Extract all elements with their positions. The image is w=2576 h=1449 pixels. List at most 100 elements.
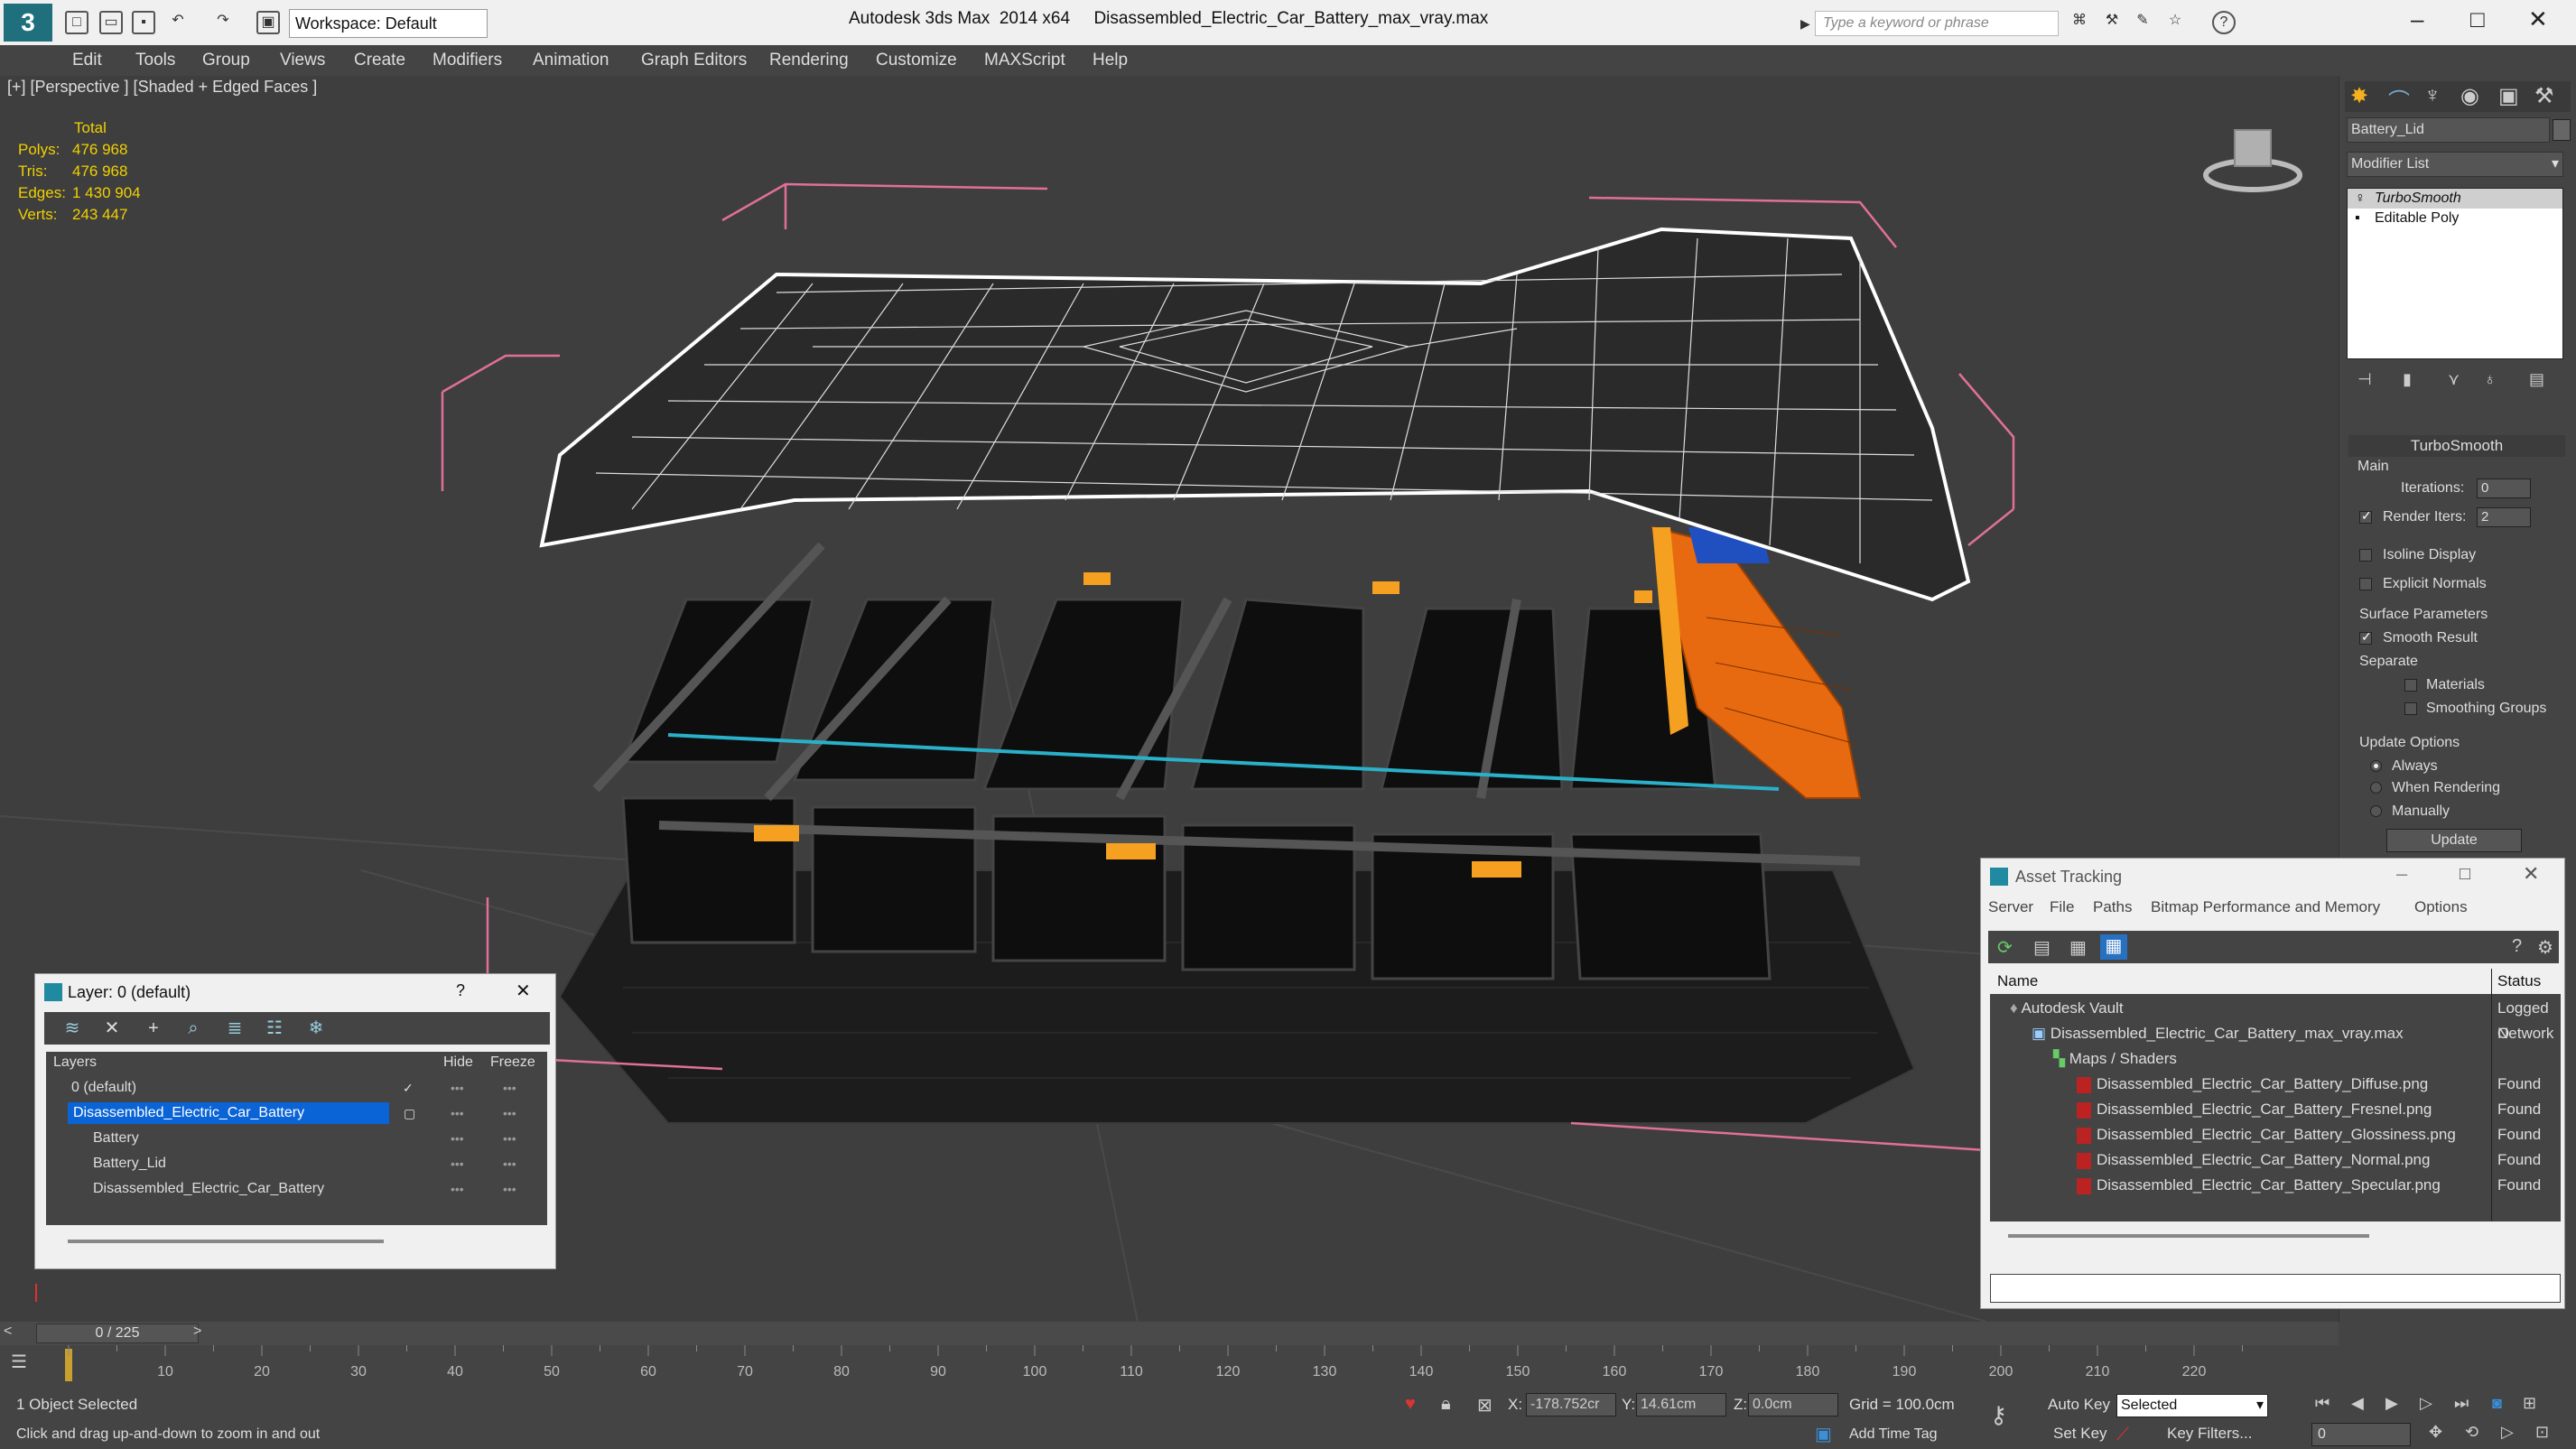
stack-item-turbosmooth[interactable]: ♀ TurboSmooth [2348,189,2562,209]
menu-tools[interactable]: Tools [135,51,175,70]
asset-row-fresnel[interactable]: Disassembled_Electric_Car_Battery_Fresne… [1990,1097,2561,1122]
bulb-icon[interactable]: ♀ [2355,189,2366,209]
binoculars-icon[interactable]: ⌘ [2068,11,2091,34]
layer-object-battery[interactable]: Battery ••• ••• [46,1126,547,1151]
asset-scrollbar-thumb[interactable] [2008,1234,2369,1238]
key-filters-button[interactable]: Key Filters... [2167,1425,2252,1443]
object-name-field[interactable]: Battery_Lid [2347,117,2550,143]
active-layer-check[interactable]: ✓ [403,1075,414,1101]
layer-scrollbar-track[interactable] [46,1225,547,1259]
y-coordinate-field[interactable]: 14.61cm [1636,1393,1726,1416]
app-menu-button[interactable]: 3 [4,4,52,42]
layer-row-default[interactable]: 0 (default) ✓ ••• ••• [46,1075,547,1101]
update-always-radio[interactable] [2370,760,2382,772]
hierarchy-tab-icon[interactable]: ♆ [2424,83,2441,108]
menu-create[interactable]: Create [354,51,405,70]
maximize-icon[interactable]: □ [2470,5,2485,33]
pin-stack-icon[interactable]: ⊣ [2357,370,2372,389]
menu-views[interactable]: Views [280,51,325,70]
isolate-icon[interactable]: ♥ [1405,1394,1416,1415]
update-button[interactable]: Update [2386,829,2522,852]
thumbnail-view-icon[interactable]: ▦ [2069,936,2087,959]
hide-toggle[interactable]: ••• [451,1101,464,1126]
orbit-icon[interactable]: ⟲ [2465,1423,2478,1442]
render-iters-checkbox[interactable] [2359,508,2372,524]
menu-customize[interactable]: Customize [876,51,957,70]
auto-key-button[interactable]: Auto Key [2048,1396,2110,1414]
redo-icon[interactable]: ↷ [211,11,235,34]
subscription-icon[interactable]: ⚒ [2100,11,2124,34]
menu-server[interactable]: Server [1988,898,2033,916]
help-button[interactable]: ? [456,981,465,1000]
smooth-result-checkbox[interactable] [2359,629,2372,645]
modify-tab-icon[interactable]: ⌒ [2388,83,2410,115]
frame-counter[interactable]: 0 / 225 [36,1324,199,1343]
materials-checkbox[interactable] [2404,679,2417,692]
freeze-toggle[interactable]: ••• [503,1151,516,1176]
menu-animation[interactable]: Animation [533,51,609,70]
close-icon[interactable]: ✕ [2528,5,2548,33]
hide-toggle[interactable]: ••• [451,1176,464,1202]
layer-scrollbar-thumb[interactable] [68,1240,384,1243]
isoline-display-checkbox[interactable] [2359,549,2372,562]
asset-row-diffuse[interactable]: Disassembled_Electric_Car_Battery_Diffus… [1990,1072,2561,1097]
asset-row-normal[interactable]: Disassembled_Electric_Car_Battery_Normal… [1990,1147,2561,1173]
hide-toggle[interactable]: ••• [451,1075,464,1101]
minimize-icon[interactable]: – [2411,5,2423,33]
new-file-icon[interactable]: □ [65,11,88,34]
zoom-all-icon[interactable]: ⊞ [2523,1394,2536,1413]
asset-row-vault[interactable]: ♦ Autodesk Vault Logged O [1990,996,2561,1042]
motion-tab-icon[interactable]: ◉ [2460,83,2479,109]
iterations-spinner[interactable]: 0 [2477,478,2531,498]
smoothing-groups-checkbox[interactable] [2404,702,2417,715]
freeze-toggle[interactable]: ••• [503,1101,516,1126]
show-end-result-icon[interactable]: ▮ [2403,370,2412,389]
field-of-view-icon[interactable]: ▷ [2501,1423,2514,1442]
refresh-icon[interactable]: ⟳ [1997,936,2013,959]
key-mode-icon[interactable]: ⚷ [1990,1401,2007,1429]
configure-sets-icon[interactable]: ▤ [2529,370,2544,389]
expand-icon[interactable]: ▪ [2355,209,2360,228]
delete-layer-icon[interactable]: ✕ [100,1017,124,1039]
settings-icon[interactable]: ⚙ [2537,936,2553,959]
asset-row-glossiness[interactable]: Disassembled_Electric_Car_Battery_Glossi… [1990,1122,2561,1147]
go-to-start-icon[interactable]: ⏮ [2315,1394,2330,1413]
next-frame-icon[interactable]: ▷ [2420,1394,2432,1413]
current-frame-field[interactable]: 0 [2311,1423,2411,1446]
list-view-icon[interactable]: ▤ [2033,936,2051,959]
z-coordinate-field[interactable]: 0.0cm [1748,1393,1838,1416]
hide-toggle[interactable]: ••• [451,1151,464,1176]
render-iters-spinner[interactable]: 2 [2477,507,2531,527]
workspace-dropdown[interactable]: Workspace: Default [289,9,488,38]
menu-graph-editors[interactable]: Graph Editors [641,51,747,70]
lock-selection-icon[interactable]: 🔒︎ [1441,1394,1451,1415]
menu-group[interactable]: Group [202,51,250,70]
layer-object-disassembled[interactable]: Disassembled_Electric_Car_Battery ••• ••… [46,1176,547,1202]
select-in-layer-icon[interactable]: ⌕ [181,1017,205,1039]
asset-path-field[interactable] [1990,1274,2561,1303]
set-active-checkbox[interactable]: ▢ [404,1101,415,1126]
menu-edit[interactable]: Edit [72,51,102,70]
close-button[interactable]: ✕ [516,980,531,1002]
freeze-toggle[interactable]: ••• [503,1126,516,1151]
save-icon[interactable]: ▪ [132,11,155,34]
hide-toggle[interactable]: ••• [451,1126,464,1151]
help-icon[interactable]: ? [2512,936,2522,957]
asset-row-maps[interactable]: ▚ Maps / Shaders [1990,1046,2561,1072]
freeze-toggle[interactable]: ••• [503,1075,516,1101]
undo-icon[interactable]: ↶ [166,11,190,34]
freeze-all-layers-icon[interactable]: ❄ [304,1017,328,1039]
menu-paths[interactable]: Paths [2093,898,2132,916]
highlight-layer-icon[interactable]: ≣ [223,1017,246,1039]
key-selection-dropdown[interactable]: Selected ▾ [2116,1394,2268,1417]
x-coordinate-field[interactable]: -178.752cr [1526,1393,1616,1416]
update-when-rendering-radio[interactable] [2370,782,2382,794]
search-expand-icon[interactable]: ▶ [1800,16,1810,32]
communication-icon[interactable]: ✎ [2131,11,2154,34]
time-tag-icon[interactable]: ▣ [1815,1423,1832,1445]
maximize-viewport-icon[interactable]: ⊡ [2535,1423,2549,1442]
add-time-tag-button[interactable]: Add Time Tag [1849,1426,1938,1443]
remove-modifier-icon[interactable]: ♁ [2484,370,2497,389]
utilities-tab-icon[interactable]: ⚒ [2534,83,2554,109]
layer-object-battery-lid[interactable]: Battery_Lid ••• ••• [46,1151,547,1176]
